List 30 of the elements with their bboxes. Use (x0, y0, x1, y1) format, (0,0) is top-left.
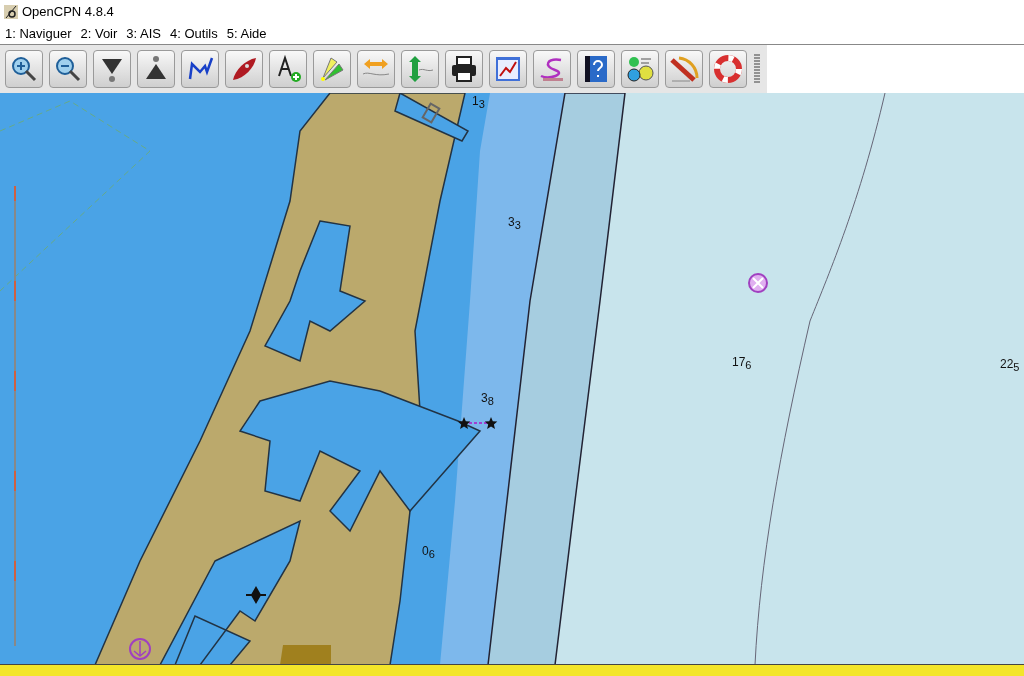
app-logo-icon (3, 3, 19, 20)
zoom-in-icon (9, 54, 39, 84)
window-title: OpenCPN 4.8.4 (22, 4, 114, 19)
menu-item[interactable]: 4: Outils (170, 26, 218, 41)
toolbar-button[interactable] (181, 50, 219, 88)
light-star-icon (457, 417, 471, 429)
toolbar-button[interactable] (621, 50, 659, 88)
toolbar-button[interactable] (93, 50, 131, 88)
toolbar-button[interactable] (445, 50, 483, 88)
route-list-icon (493, 54, 523, 84)
light-star-icon (484, 417, 498, 429)
toolbar-button[interactable] (137, 50, 175, 88)
toolbar-button[interactable] (49, 50, 87, 88)
cross-marker-icon (245, 587, 267, 604)
menu-item[interactable]: 3: AIS (126, 26, 162, 41)
wreck-marker-icon (748, 273, 768, 293)
menu-item[interactable]: 1: Naviguer (5, 26, 72, 41)
menu-item[interactable]: 5: Aide (226, 26, 267, 41)
anchorage-icon (129, 638, 151, 660)
toolbar-button[interactable] (225, 50, 263, 88)
printer-icon (449, 54, 479, 84)
dashboard-icon (625, 54, 655, 84)
zoom-out-icon (53, 54, 83, 84)
toolbar-button[interactable] (269, 50, 307, 88)
menu-item[interactable]: 2: Voir (80, 26, 118, 41)
lifebuoy-icon (713, 54, 743, 84)
toolbar-button[interactable] (577, 50, 615, 88)
toolbar-button[interactable] (5, 50, 43, 88)
pier-icon (421, 102, 441, 124)
grip-icon[interactable] (753, 53, 761, 85)
